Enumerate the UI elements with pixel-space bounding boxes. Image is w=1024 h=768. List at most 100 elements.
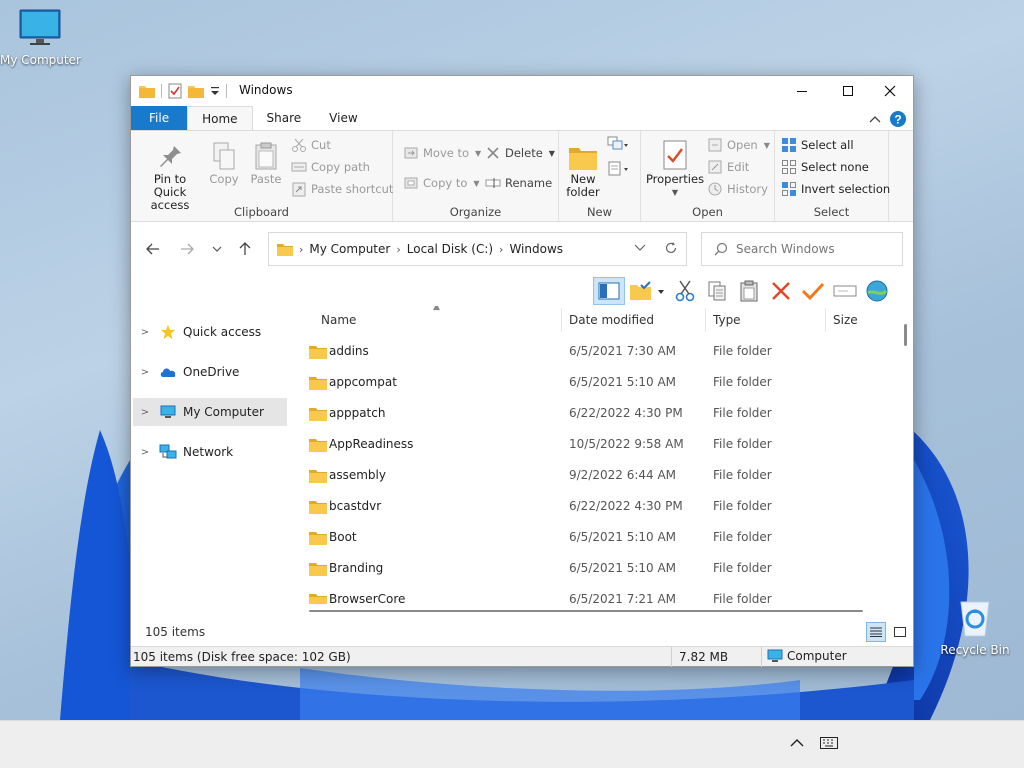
paste-toolbar-button[interactable]: [733, 277, 765, 305]
up-button[interactable]: [235, 239, 255, 259]
breadcrumb-windows[interactable]: Windows: [509, 242, 563, 256]
maximize-button[interactable]: [825, 76, 871, 106]
scrollbar-thumb[interactable]: [309, 610, 863, 612]
file-date: 6/22/2022 4:30 PM: [569, 406, 683, 420]
move-to-button[interactable]: Move to ▼: [403, 143, 481, 163]
network-toolbar-button[interactable]: [861, 277, 893, 305]
nav-item-my-computer[interactable]: > My Computer: [133, 398, 287, 426]
cut-toolbar-button[interactable]: [669, 277, 701, 305]
tab-view[interactable]: View: [315, 106, 371, 130]
refresh-icon[interactable]: [664, 241, 678, 255]
column-header-size[interactable]: Size: [833, 306, 893, 334]
edit-button[interactable]: Edit: [707, 157, 749, 177]
delete-icon: [487, 147, 499, 159]
large-icons-view-toggle[interactable]: [890, 622, 910, 642]
select-all-button[interactable]: Select all: [781, 135, 854, 155]
table-row[interactable]: assembly 9/2/2022 6:44 AM File folder: [291, 460, 899, 491]
tab-file[interactable]: File: [131, 106, 188, 130]
folder-icon: [309, 469, 327, 486]
paste-button[interactable]: Paste: [247, 137, 285, 186]
table-row[interactable]: AppReadiness 10/5/2022 9:58 AM File folder: [291, 429, 899, 460]
column-resize-handle[interactable]: [561, 308, 562, 332]
rename-button[interactable]: Rename: [485, 173, 552, 193]
chevron-up-icon[interactable]: [869, 114, 881, 124]
new-folder-icon[interactable]: [188, 84, 204, 98]
copy-to-button[interactable]: Copy to ▼: [403, 173, 480, 193]
open-button[interactable]: Open ▼: [707, 135, 770, 155]
invert-selection-button[interactable]: Invert selection: [781, 179, 890, 199]
expand-chevron-icon[interactable]: >: [133, 447, 157, 458]
minimize-button[interactable]: [779, 76, 825, 106]
paste-label: Paste: [250, 172, 282, 186]
file-name: bcastdvr: [329, 499, 382, 513]
tab-share[interactable]: Share: [253, 106, 316, 130]
horizontal-scrollbar[interactable]: [291, 604, 899, 616]
chevron-down-icon[interactable]: [634, 241, 646, 253]
nav-item-network[interactable]: > Network: [133, 438, 287, 466]
column-resize-handle[interactable]: [825, 308, 826, 332]
column-header-type[interactable]: Type: [713, 306, 823, 334]
desktop-icon-recycle-bin[interactable]: Recycle Bin: [935, 596, 1015, 657]
close-button[interactable]: [867, 76, 913, 106]
pin-to-quick-access-button[interactable]: Pin to Quick access: [137, 137, 203, 212]
nav-item-onedrive[interactable]: > OneDrive: [133, 358, 287, 386]
check-toolbar-button[interactable]: [797, 277, 829, 305]
details-view-button[interactable]: [625, 277, 669, 305]
paste-shortcut-button[interactable]: Paste shortcut: [291, 179, 393, 199]
column-header-date[interactable]: Date modified: [569, 306, 705, 334]
easy-access-button[interactable]: [607, 159, 629, 179]
breadcrumb-local-disk[interactable]: Local Disk (C:): [407, 242, 493, 256]
rename-toolbar-button[interactable]: [829, 277, 861, 305]
desktop-icon-my-computer[interactable]: My Computer: [0, 8, 81, 67]
copy-path-button[interactable]: Copy path: [291, 157, 370, 177]
copy-button[interactable]: Copy: [207, 137, 241, 186]
chevron-up-icon[interactable]: [790, 738, 804, 748]
table-row[interactable]: addins 6/5/2021 7:30 AM File folder: [291, 336, 899, 367]
file-name: Boot: [329, 530, 357, 544]
expand-chevron-icon[interactable]: >: [133, 407, 157, 418]
table-row[interactable]: apppatch 6/22/2022 4:30 PM File folder: [291, 398, 899, 429]
column-resize-handle[interactable]: [705, 308, 706, 332]
help-icon[interactable]: ?: [889, 110, 907, 128]
expand-chevron-icon[interactable]: >: [133, 367, 157, 378]
cut-button[interactable]: Cut: [291, 135, 331, 155]
search-box[interactable]: Search Windows: [701, 232, 903, 266]
file-name: appcompat: [329, 375, 397, 389]
preview-pane-button[interactable]: [593, 277, 625, 305]
properties-icon[interactable]: [168, 83, 182, 99]
large-icons-view-icon: [894, 627, 906, 637]
recent-locations-button[interactable]: [207, 239, 227, 259]
forward-button[interactable]: [177, 239, 197, 259]
edit-label: Edit: [727, 160, 750, 174]
scrollbar-thumb[interactable]: [904, 324, 907, 346]
delete-button[interactable]: Delete ▼: [485, 143, 555, 163]
tab-home[interactable]: Home: [187, 106, 253, 130]
table-row[interactable]: Branding 6/5/2021 5:10 AM File folder: [291, 553, 899, 584]
nav-item-quick-access[interactable]: > Quick access: [133, 318, 287, 346]
system-tray: [790, 737, 838, 749]
breadcrumb-my-computer[interactable]: My Computer: [309, 242, 390, 256]
column-header-name[interactable]: Name: [321, 306, 561, 334]
table-row[interactable]: Boot 6/5/2021 5:10 AM File folder: [291, 522, 899, 553]
expand-chevron-icon[interactable]: >: [133, 327, 157, 338]
copy-path-icon: [291, 162, 307, 172]
folder-icon[interactable]: [139, 84, 155, 98]
table-row[interactable]: appcompat 6/5/2021 5:10 AM File folder: [291, 367, 899, 398]
customize-toolbar-icon[interactable]: [210, 85, 220, 97]
vertical-scrollbar[interactable]: [899, 306, 913, 616]
new-folder-button[interactable]: New folder: [563, 137, 603, 199]
file-date: 6/22/2022 4:30 PM: [569, 499, 683, 513]
keyboard-icon[interactable]: [820, 737, 838, 749]
table-row[interactable]: bcastdvr 6/22/2022 4:30 PM File folder: [291, 491, 899, 522]
delete-toolbar-button[interactable]: [765, 277, 797, 305]
address-bar[interactable]: › My Computer › Local Disk (C:) › Window…: [268, 232, 687, 266]
properties-button[interactable]: Properties ▼: [645, 137, 705, 199]
new-item-button[interactable]: [607, 135, 629, 155]
details-view-toggle[interactable]: [866, 622, 886, 642]
back-button[interactable]: [143, 239, 163, 259]
history-button[interactable]: History: [707, 179, 768, 199]
copy-toolbar-button[interactable]: [701, 277, 733, 305]
monitor-icon: [767, 649, 783, 662]
copy-icon: [213, 142, 235, 170]
select-none-button[interactable]: Select none: [781, 157, 869, 177]
